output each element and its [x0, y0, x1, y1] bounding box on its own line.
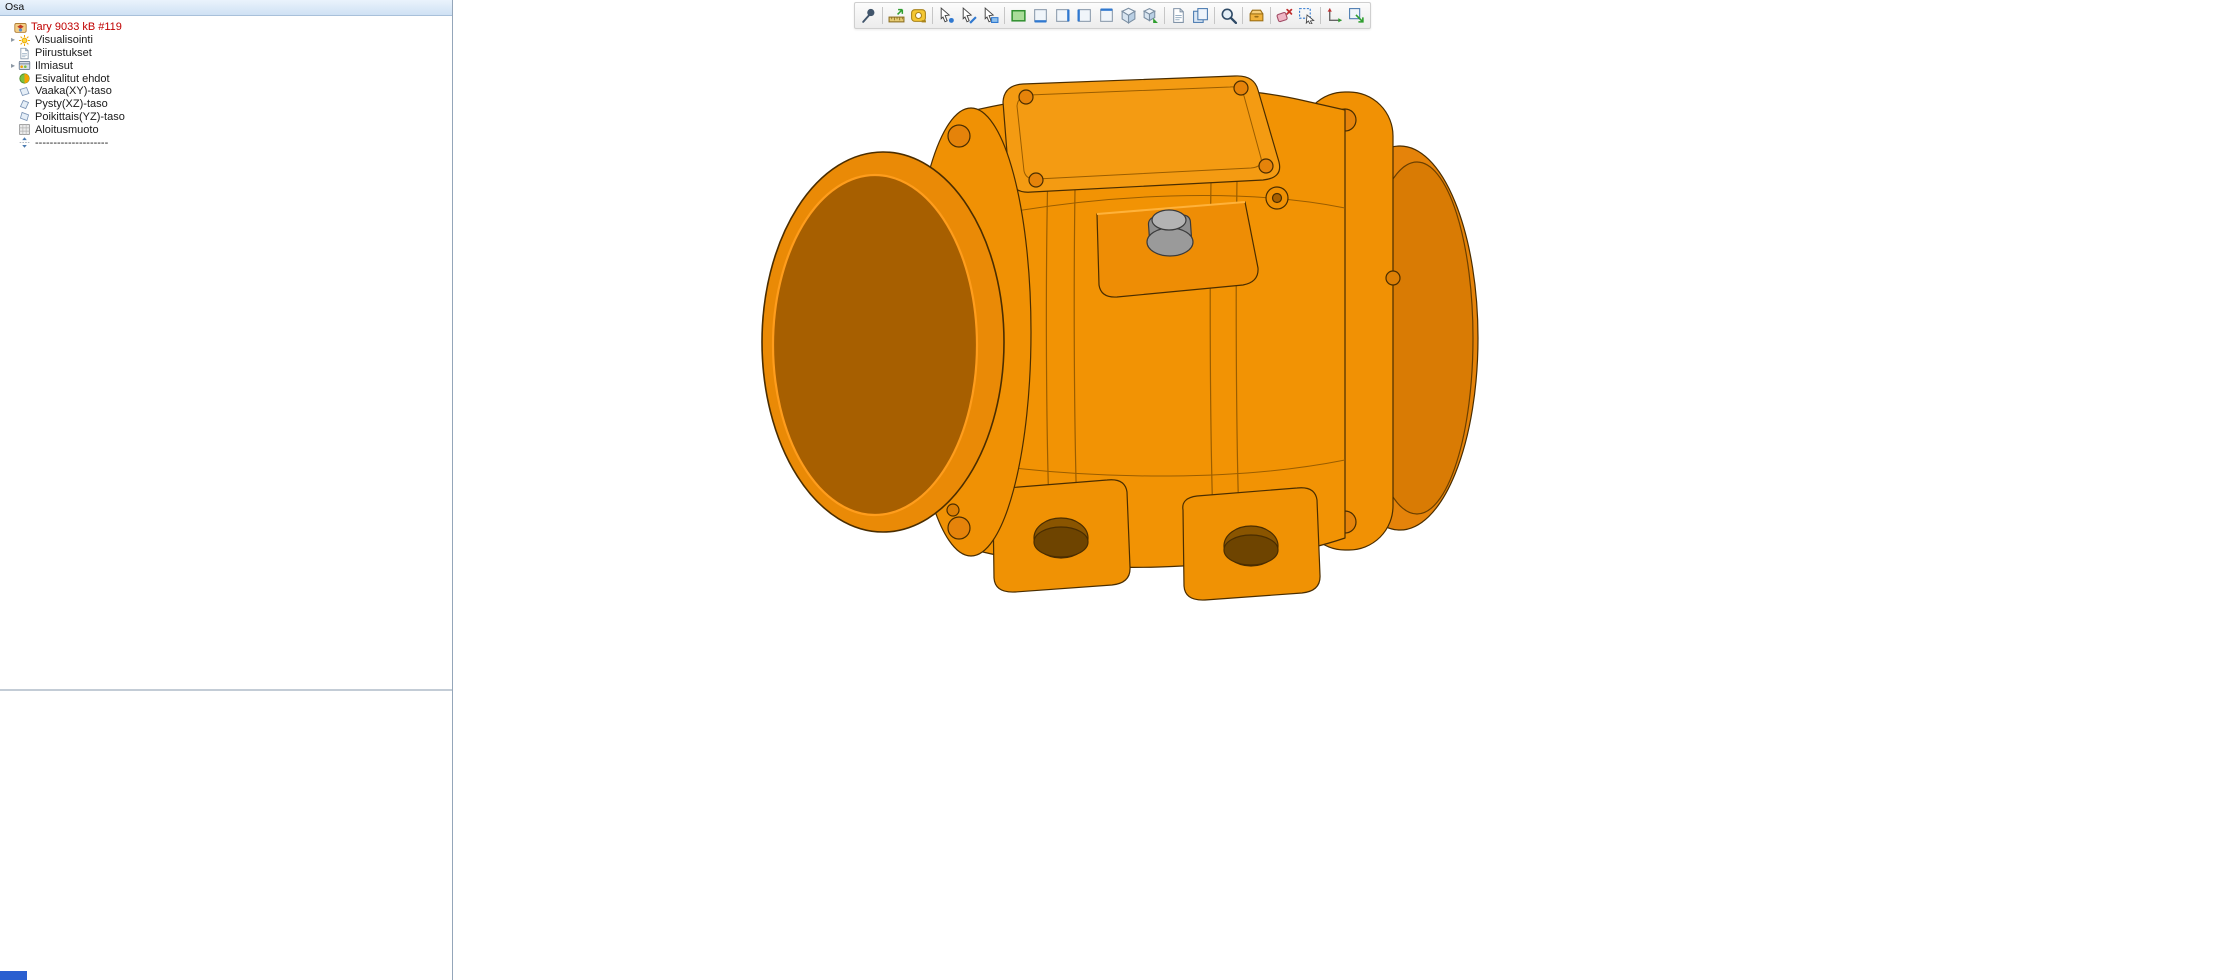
tree-item-ilmiasut[interactable]: ▸ Ilmiasut	[0, 59, 452, 72]
part-icon	[14, 21, 27, 34]
pick-region-icon	[1298, 7, 1315, 24]
tree-item-aloitusmuoto[interactable]: Aloitusmuoto	[0, 123, 452, 136]
tree-item-label: Piirustukset	[35, 47, 92, 59]
tree-item-pysty-xz-taso[interactable]: Pysty(XZ)-taso	[0, 98, 452, 111]
view-front-button[interactable]	[1030, 5, 1051, 26]
sheet-icon	[1170, 7, 1187, 24]
plane-xy-icon	[18, 85, 31, 98]
pick-region-button[interactable]	[1296, 5, 1317, 26]
toolbar-separator	[1270, 7, 1271, 24]
tree-item-vaaka-xy-taso[interactable]: Vaaka(XY)-taso	[0, 85, 452, 98]
window-corner-accent	[0, 971, 27, 980]
expand-chevron-icon[interactable]: ▸	[8, 61, 18, 71]
toolbar-separator	[1164, 7, 1165, 24]
view-back-icon	[1098, 7, 1115, 24]
panel-lower-area	[0, 691, 452, 980]
plane-xz-icon	[18, 98, 31, 111]
origin-icon	[18, 123, 31, 136]
tree-item-visualisointi[interactable]: ▸ Visualisointi	[0, 34, 452, 47]
tree-item-root-part[interactable]: Tary 9033 kB #119	[0, 21, 452, 34]
copy-sheets-button[interactable]	[1190, 5, 1211, 26]
select-face-icon	[982, 7, 999, 24]
drawer-icon	[1248, 7, 1265, 24]
toolbar-separator	[1242, 7, 1243, 24]
tree-item-label: Aloitusmuoto	[35, 124, 99, 136]
copy-sheets-icon	[1192, 7, 1209, 24]
feature-tree-panel: Osa Tary 9033 kB #119 ▸ VisualisointiPiiru…	[0, 0, 453, 980]
toolbar-separator	[1320, 7, 1321, 24]
pin-icon	[860, 7, 877, 24]
toolbar-separator	[1004, 7, 1005, 24]
iso-export-icon	[1142, 7, 1159, 24]
plane-yz-icon	[18, 110, 31, 123]
expand-chevron-icon[interactable]: ▸	[8, 35, 18, 45]
appearances-icon	[18, 59, 31, 72]
tree-item-label: Esivalitut ehdot	[35, 73, 110, 85]
tree-item-label: Visualisointi	[35, 34, 93, 46]
tree-item-insert-marker[interactable]: --------------------	[0, 136, 452, 149]
sheet-button[interactable]	[1168, 5, 1189, 26]
select-point-button[interactable]	[936, 5, 957, 26]
tree-item-label: Tary 9033 kB #119	[31, 21, 122, 33]
toolbar-separator	[1214, 7, 1215, 24]
tree-item-label: Vaaka(XY)-taso	[35, 85, 112, 97]
delete-icon	[1276, 7, 1293, 24]
3d-viewport[interactable]	[454, 0, 2223, 980]
view-back-button[interactable]	[1096, 5, 1117, 26]
magnifier-icon	[1220, 7, 1237, 24]
view-right-button[interactable]	[1052, 5, 1073, 26]
view-right-icon	[1054, 7, 1071, 24]
preselect-icon	[18, 72, 31, 85]
tree-item-piirustukset[interactable]: Piirustukset	[0, 47, 452, 60]
view-left-icon	[1076, 7, 1093, 24]
select-face-button[interactable]	[980, 5, 1001, 26]
viewport-toolbar	[854, 2, 1371, 29]
view-left-button[interactable]	[1074, 5, 1095, 26]
vibration-motor-render	[745, 70, 1505, 655]
iso-cube-icon	[1120, 7, 1137, 24]
tree-item-esivalitut-ehdot[interactable]: Esivalitut ehdot	[0, 72, 452, 85]
magnifier-button[interactable]	[1218, 5, 1239, 26]
export-view-button[interactable]	[1346, 5, 1367, 26]
tree-item-label: Pysty(XZ)-taso	[35, 98, 108, 110]
panel-header[interactable]: Osa	[0, 0, 452, 16]
measure-button[interactable]	[886, 5, 907, 26]
measure-icon	[888, 7, 905, 24]
toolbar-separator	[932, 7, 933, 24]
plane-view-icon	[1010, 7, 1027, 24]
model-3d-vibration-motor[interactable]	[745, 70, 1505, 655]
select-edge-icon	[960, 7, 977, 24]
axes-icon	[1326, 7, 1343, 24]
select-point-icon	[938, 7, 955, 24]
plane-view-button[interactable]	[1008, 5, 1029, 26]
visualization-icon	[18, 34, 31, 47]
export-view-icon	[1348, 7, 1365, 24]
panel-title: Osa	[5, 1, 24, 13]
feature-tree: Tary 9033 kB #119 ▸ VisualisointiPiirustuk…	[0, 16, 452, 687]
insert-marker-icon	[18, 136, 31, 149]
tape-measure-button[interactable]	[908, 5, 929, 26]
axes-button[interactable]	[1324, 5, 1345, 26]
tree-item-poikittais-yz-taso[interactable]: Poikittais(YZ)-taso	[0, 111, 452, 124]
tree-item-label: --------------------	[35, 137, 108, 149]
drawings-icon	[18, 47, 31, 60]
select-edge-button[interactable]	[958, 5, 979, 26]
drawer-button[interactable]	[1246, 5, 1267, 26]
iso-export-button[interactable]	[1140, 5, 1161, 26]
tree-item-label: Poikittais(YZ)-taso	[35, 111, 125, 123]
delete-button[interactable]	[1274, 5, 1295, 26]
tree-item-label: Ilmiasut	[35, 60, 73, 72]
pin-button[interactable]	[858, 5, 879, 26]
iso-cube-button[interactable]	[1118, 5, 1139, 26]
tape-measure-icon	[910, 7, 927, 24]
toolbar-separator	[882, 7, 883, 24]
view-front-icon	[1032, 7, 1049, 24]
